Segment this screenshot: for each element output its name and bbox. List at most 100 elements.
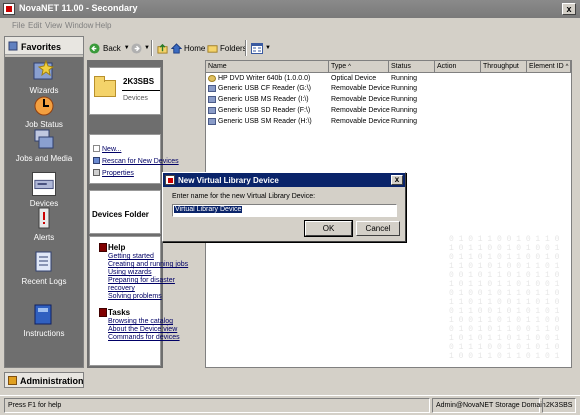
back-label: Back: [103, 43, 121, 53]
ok-button[interactable]: OK: [304, 220, 353, 237]
nav-item-instructions[interactable]: Instructions: [5, 300, 83, 348]
help-link[interactable]: Using wizards: [108, 269, 152, 277]
nav-label: Recent Logs: [21, 277, 67, 286]
help-link[interactable]: recovery: [108, 285, 135, 293]
up-button[interactable]: [157, 39, 168, 57]
folder-icon: [94, 76, 116, 97]
nav-item-alerts[interactable]: Alerts: [5, 204, 83, 252]
device-type: Removable Device: [331, 85, 390, 92]
device-status: Running: [391, 85, 418, 92]
menu-window[interactable]: Window: [65, 21, 93, 30]
column-label: Name: [208, 63, 227, 70]
device-status: Running: [391, 118, 418, 125]
device-name: Generic USB CF Reader (G:\): [218, 85, 311, 92]
new-virtual-library-dialog: New Virtual Library Device x Enter name …: [162, 172, 406, 242]
cancel-button[interactable]: Cancel: [356, 221, 400, 236]
jobs-media-icon: [34, 129, 54, 149]
nav-item-jobs-and-media[interactable]: Jobs and Media: [5, 125, 83, 173]
usb-drive-icon: [208, 107, 216, 114]
column-element-id[interactable]: Element ID ^: [527, 61, 571, 73]
dialog-title: New Virtual Library Device: [178, 176, 279, 185]
close-button[interactable]: x: [562, 3, 576, 15]
dialog-app-icon: [165, 175, 175, 185]
column-status[interactable]: Status: [389, 61, 435, 73]
device-name: Generic USB MS Reader (I:\): [218, 96, 309, 103]
nav-label: Jobs and Media: [15, 154, 73, 163]
status-bar: Press F1 for help Admin@NovaNET Storage …: [0, 395, 580, 415]
table-row[interactable]: Generic USB SM Reader (H:\) Removable De…: [206, 117, 571, 127]
device-name-value: Virtual Library Device: [174, 206, 243, 213]
help-link[interactable]: Getting started: [108, 253, 154, 261]
help-link[interactable]: Preparing for disaster: [108, 277, 175, 285]
table-row[interactable]: Generic USB MS Reader (I:\) Removable De…: [206, 95, 571, 105]
column-throughput[interactable]: Throughput: [481, 61, 527, 73]
properties-icon: [93, 169, 100, 176]
help-book-icon: [99, 243, 107, 252]
views-button[interactable]: ▼: [251, 39, 271, 57]
column-label: Type: [331, 63, 347, 70]
back-button[interactable]: Back ▼: [89, 39, 130, 57]
section-name: Devices: [123, 95, 148, 102]
toolbar-separator: [245, 40, 247, 56]
menu-file[interactable]: File: [12, 21, 25, 30]
column-label: Throughput: [483, 63, 519, 70]
chevron-down-icon: ▼: [144, 45, 150, 51]
device-type: Removable Device: [331, 118, 390, 125]
device-name-input[interactable]: Virtual Library Device: [172, 204, 397, 217]
column-name[interactable]: Name: [206, 61, 329, 73]
nav-list: Wizards Job Status Jobs and Media Device…: [5, 57, 83, 367]
home-icon: [171, 42, 182, 54]
title-bar: NovaNET 11.00 - Secondary x: [0, 0, 580, 18]
chevron-down-icon: ▼: [265, 45, 271, 51]
new-device-link[interactable]: New...: [93, 145, 121, 153]
sort-icon: ^: [565, 64, 569, 70]
nav-label: Instructions: [23, 329, 65, 338]
menu-bar: File Edit View Window Help: [0, 18, 580, 34]
nav-item-recent-logs[interactable]: Recent Logs: [5, 248, 83, 296]
back-arrow-icon: [89, 42, 100, 54]
binary-watermark: 0 1 0 1 1 0 0 1 0 1 1 0 1 0 1 1 0 0 1 0 …: [449, 235, 560, 361]
server-name: 2K3SBS: [123, 77, 155, 86]
dvd-drive-icon: [208, 75, 216, 82]
menu-edit[interactable]: Edit: [28, 21, 42, 30]
task-link[interactable]: Commands for devices: [108, 334, 180, 342]
app-icon: [3, 3, 15, 15]
dialog-close-button[interactable]: x: [391, 175, 403, 185]
toolbar: Back ▼ ▼ Home Folders ▼: [87, 38, 577, 58]
favorites-pane: Favorites Wizards Job Status Jobs and Me…: [4, 36, 84, 368]
administration-label: Administration: [20, 376, 84, 386]
task-link[interactable]: About the Device view: [108, 326, 177, 334]
folders-label: Folders: [220, 43, 247, 53]
tasks-heading: Tasks: [99, 308, 130, 317]
device-status: Running: [391, 75, 418, 82]
help-title: Help: [108, 243, 126, 252]
column-type[interactable]: Type ^: [329, 61, 389, 73]
help-link[interactable]: Creating and running jobs: [108, 261, 188, 269]
alert-icon: [38, 207, 50, 229]
rescan-link[interactable]: Rescan for New Devices: [93, 157, 179, 165]
window-title: NovaNET 11.00 - Secondary: [19, 3, 138, 13]
properties-link[interactable]: Properties: [93, 169, 134, 177]
devices-icon: [32, 172, 56, 196]
administration-header[interactable]: Administration: [4, 372, 84, 388]
device-name: HP DVD Writer 640b (1.0.0.0): [218, 75, 311, 82]
new-device-label: New...: [102, 146, 122, 153]
favorites-icon: [8, 41, 18, 51]
help-link[interactable]: Solving problems: [108, 293, 162, 301]
favorites-header[interactable]: Favorites: [5, 37, 83, 55]
folders-button[interactable]: Folders: [207, 39, 247, 57]
device-type: Removable Device: [331, 96, 390, 103]
table-row[interactable]: Generic USB SD Reader (F:\) Removable De…: [206, 106, 571, 116]
menu-view[interactable]: View: [45, 21, 62, 30]
new-icon: [93, 145, 100, 152]
menu-help[interactable]: Help: [95, 21, 111, 30]
wand-icon: [33, 59, 55, 80]
task-link[interactable]: Browsing the catalog: [108, 318, 173, 326]
table-row[interactable]: Generic USB CF Reader (G:\) Removable De…: [206, 84, 571, 94]
usb-drive-icon: [208, 96, 216, 103]
column-action[interactable]: Action: [435, 61, 481, 73]
status-server: 2K3SBS: [542, 398, 576, 413]
table-row[interactable]: HP DVD Writer 640b (1.0.0.0) Optical Dev…: [206, 74, 571, 84]
home-button[interactable]: Home: [171, 39, 205, 57]
forward-button[interactable]: ▼: [131, 39, 150, 57]
